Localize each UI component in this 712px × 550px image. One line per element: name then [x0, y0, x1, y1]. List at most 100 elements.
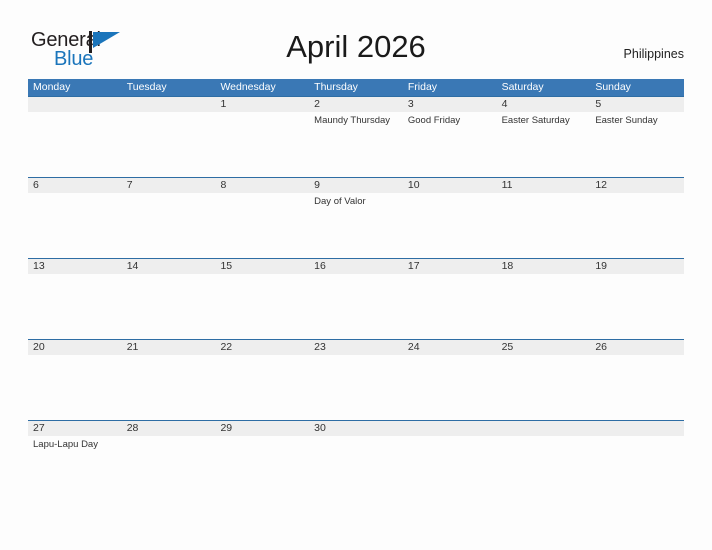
day-event	[33, 274, 122, 276]
day-event: Day of Valor	[314, 196, 366, 207]
day-event	[220, 193, 309, 195]
day-cell[interactable]: 11	[497, 178, 591, 258]
day-cell[interactable]: 17	[403, 259, 497, 339]
day-number: 13	[33, 260, 45, 272]
day-event	[502, 355, 591, 357]
day-cell[interactable]: 2 Maundy Thursday	[309, 97, 403, 177]
day-cell[interactable]: 30	[309, 421, 403, 501]
day-cell[interactable]: 24	[403, 340, 497, 420]
day-number: 4	[501, 98, 508, 110]
day-cell[interactable]: 19	[590, 259, 684, 339]
day-event	[408, 193, 497, 195]
day-cell[interactable]: 25	[497, 340, 591, 420]
day-number: 30	[314, 422, 326, 434]
day-number: 11	[501, 179, 513, 191]
day-cell[interactable]: 13	[28, 259, 122, 339]
day-number: 7	[126, 179, 133, 191]
weekday-monday: Monday	[33, 81, 71, 93]
day-event	[127, 193, 216, 195]
day-cell[interactable]: 22	[215, 340, 309, 420]
day-number: 27	[33, 422, 45, 434]
page-header: General Blue April 2026 Philippines	[0, 0, 712, 78]
day-cell[interactable]: 9 Day of Valor	[309, 178, 403, 258]
day-number: 1	[220, 98, 227, 110]
day-number: 8	[220, 179, 227, 191]
day-number: 18	[501, 260, 514, 272]
day-event: Easter Sunday	[595, 115, 658, 126]
day-event	[408, 355, 497, 357]
day-event	[127, 436, 216, 438]
day-event	[127, 274, 216, 276]
calendar-page: General Blue April 2026 Philippines Mond…	[0, 0, 712, 550]
day-event	[127, 355, 216, 357]
day-event	[33, 112, 122, 114]
week-row: 20 21 22 23 24 25 26	[28, 339, 684, 420]
day-number: 28	[126, 422, 139, 434]
day-cell[interactable]: 8	[215, 178, 309, 258]
weekday-tuesday: Tuesday	[126, 81, 167, 93]
day-event: Good Friday	[407, 115, 461, 126]
day-cell[interactable]: 23	[309, 340, 403, 420]
day-event	[220, 112, 309, 114]
day-event	[220, 436, 309, 438]
day-cell[interactable]: 28	[122, 421, 216, 501]
day-event: Easter Saturday	[501, 115, 570, 126]
day-cell[interactable]: 1	[215, 97, 309, 177]
day-cell[interactable]: 26	[590, 340, 684, 420]
day-event	[408, 274, 497, 276]
day-event	[502, 274, 591, 276]
day-number: 14	[126, 260, 139, 272]
day-cell[interactable]: 21	[122, 340, 216, 420]
day-cell[interactable]: 10	[403, 178, 497, 258]
week-row: 6 7 8 9 Day of Valor 10 11 12	[28, 177, 684, 258]
week-row: 13 14 15 16 17 18 19	[28, 258, 684, 339]
day-event	[502, 193, 591, 195]
day-number: 26	[595, 341, 607, 353]
day-number: 29	[220, 422, 233, 434]
day-cell[interactable]	[28, 97, 122, 177]
day-event	[595, 355, 684, 357]
day-cell[interactable]: 6	[28, 178, 122, 258]
day-number: 12	[595, 179, 607, 191]
day-cell[interactable]: 27 Lapu-Lapu Day	[28, 421, 122, 501]
country-label: Philippines	[623, 47, 684, 61]
day-number: 6	[33, 179, 39, 191]
day-cell[interactable]	[403, 421, 497, 501]
weekday-wednesday: Wednesday	[220, 81, 276, 93]
day-number: 25	[501, 341, 514, 353]
day-event	[595, 436, 684, 438]
day-cell[interactable]: 7	[122, 178, 216, 258]
day-cell[interactable]: 5 Easter Sunday	[590, 97, 684, 177]
day-cell[interactable]: 15	[215, 259, 309, 339]
day-number: 2	[314, 98, 320, 110]
day-event	[595, 193, 684, 195]
day-number: 10	[407, 179, 420, 191]
day-number: 9	[314, 179, 320, 191]
weekday-friday: Friday	[407, 81, 438, 93]
day-cell[interactable]: 20	[28, 340, 122, 420]
day-number: 19	[595, 260, 607, 272]
day-cell[interactable]	[590, 421, 684, 501]
day-number: 15	[220, 260, 233, 272]
day-cell[interactable]: 16	[309, 259, 403, 339]
day-cell[interactable]: 14	[122, 259, 216, 339]
day-cell[interactable]	[497, 421, 591, 501]
weekday-saturday: Saturday	[501, 81, 544, 93]
day-number: 3	[407, 98, 414, 110]
day-number: 5	[595, 98, 602, 110]
day-event: Maundy Thursday	[314, 115, 391, 126]
day-cell[interactable]: 3 Good Friday	[403, 97, 497, 177]
day-cell[interactable]	[122, 97, 216, 177]
weekday-sunday: Sunday	[595, 81, 631, 93]
week-row: 27 Lapu-Lapu Day 28 29 30	[28, 420, 684, 501]
day-event	[314, 355, 403, 357]
calendar-grid: Monday Tuesday Wednesday Thursday Friday…	[28, 79, 684, 501]
day-cell[interactable]: 18	[497, 259, 591, 339]
day-event	[502, 436, 591, 438]
day-event	[33, 355, 122, 357]
day-number: 23	[314, 341, 326, 353]
day-cell[interactable]: 12	[590, 178, 684, 258]
day-cell[interactable]: 29	[215, 421, 309, 501]
day-cell[interactable]: 4 Easter Saturday	[497, 97, 591, 177]
day-number: 21	[126, 341, 139, 353]
